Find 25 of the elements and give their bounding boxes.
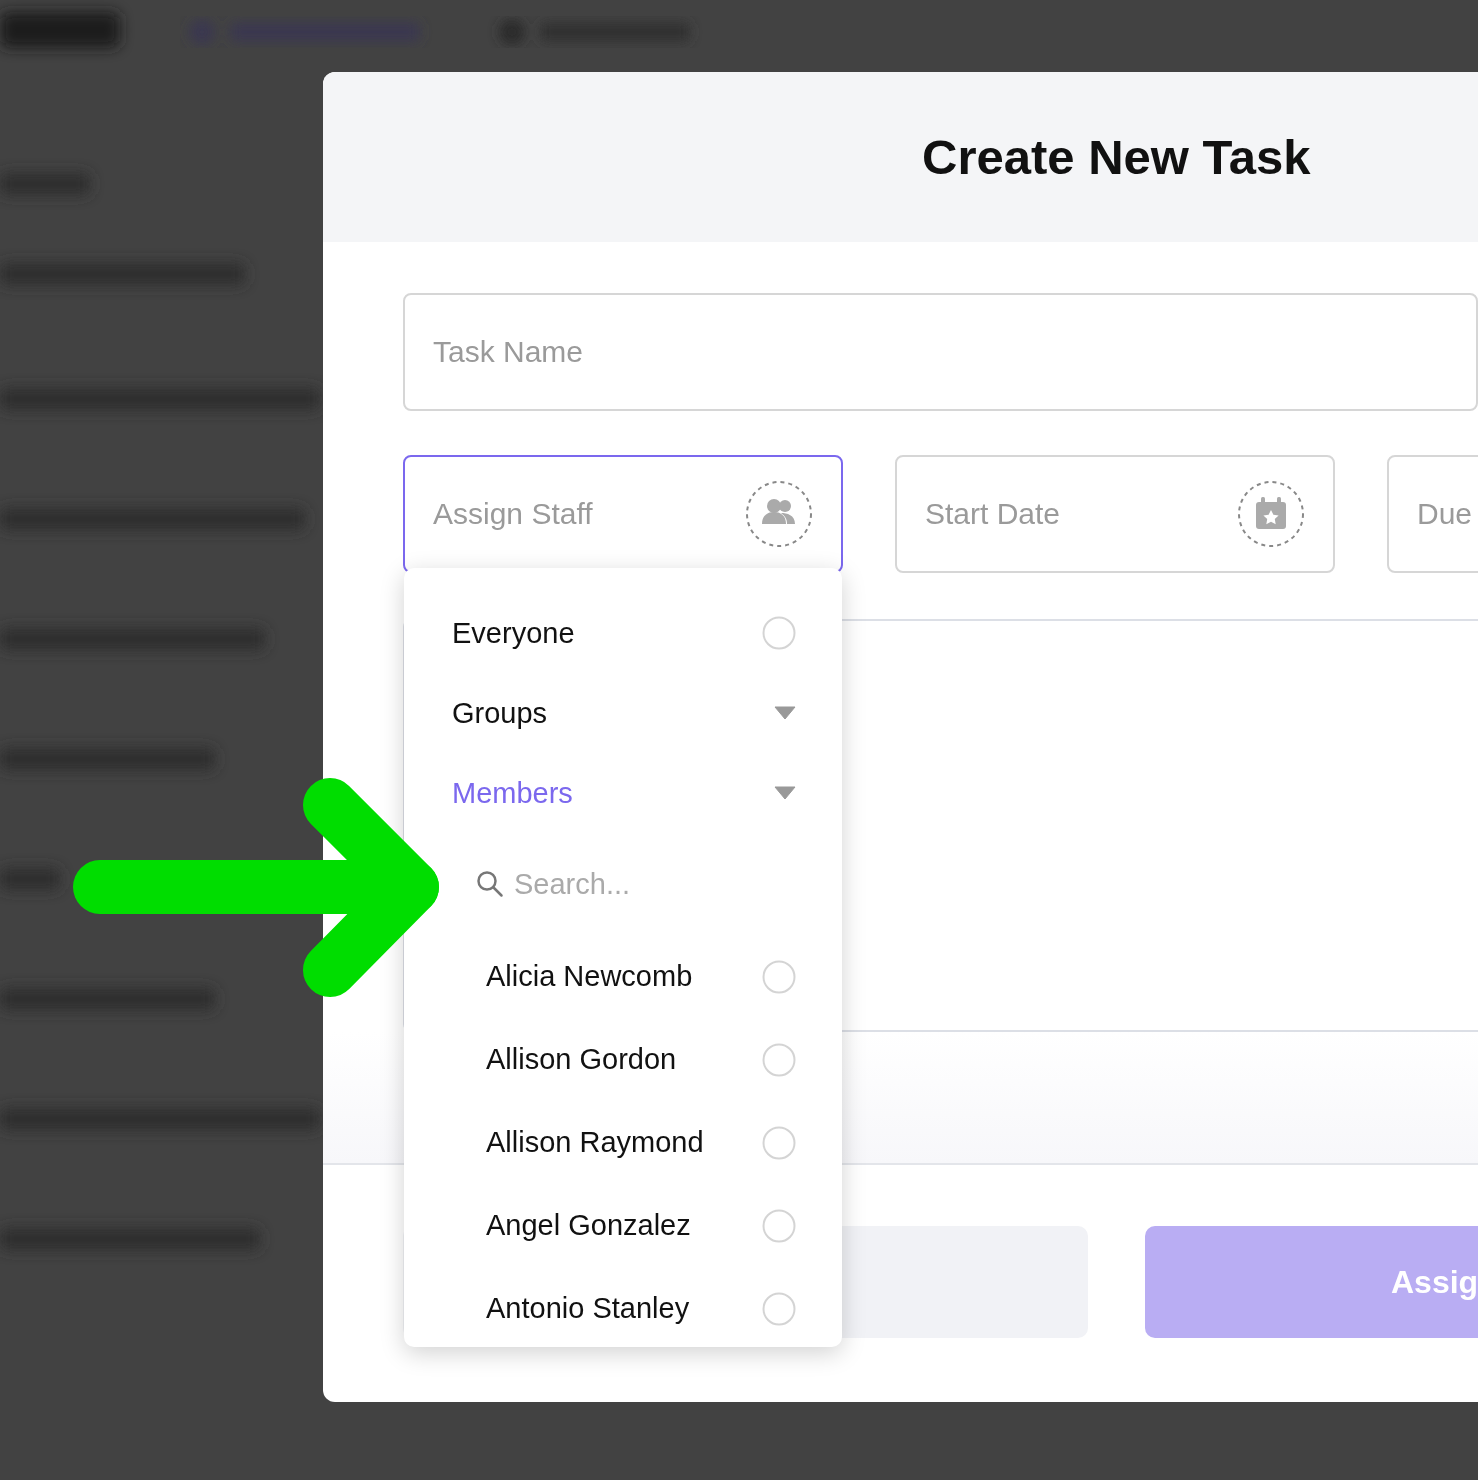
people-icon[interactable] <box>745 480 813 548</box>
dialog-title: Create New Task <box>922 129 1311 185</box>
radio-button[interactable] <box>762 616 796 650</box>
member-name[interactable]: Antonio Stanley <box>486 1292 690 1325</box>
member-name[interactable]: Alicia Newcomb <box>486 960 693 993</box>
caret-icon[interactable] <box>774 786 796 800</box>
member-name[interactable]: Allison Gordon <box>486 1043 677 1076</box>
search-icon <box>476 870 504 898</box>
due-date-field[interactable]: Due <box>1387 455 1478 573</box>
radio-button[interactable] <box>762 959 796 994</box>
task-name-field[interactable]: Task Name <box>403 293 1478 411</box>
option-label[interactable]: Everyone <box>452 616 575 650</box>
radio-button[interactable] <box>762 1291 796 1326</box>
radio-button[interactable] <box>762 1208 796 1243</box>
member-name[interactable]: Angel Gonzalez <box>486 1209 691 1242</box>
radio-button[interactable] <box>762 1042 796 1077</box>
calendar-icon[interactable] <box>1237 480 1305 548</box>
assign-staff-field[interactable]: Assign Staff <box>403 455 843 573</box>
option-label[interactable]: Groups <box>452 696 548 730</box>
search-field[interactable]: Search... <box>474 854 774 914</box>
caret-icon[interactable] <box>774 706 796 720</box>
radio-button[interactable] <box>762 1125 796 1160</box>
option-label[interactable]: Members <box>452 776 573 810</box>
member-name[interactable]: Allison Raymond <box>486 1126 704 1159</box>
start-date-field[interactable]: Start Date <box>895 455 1335 573</box>
